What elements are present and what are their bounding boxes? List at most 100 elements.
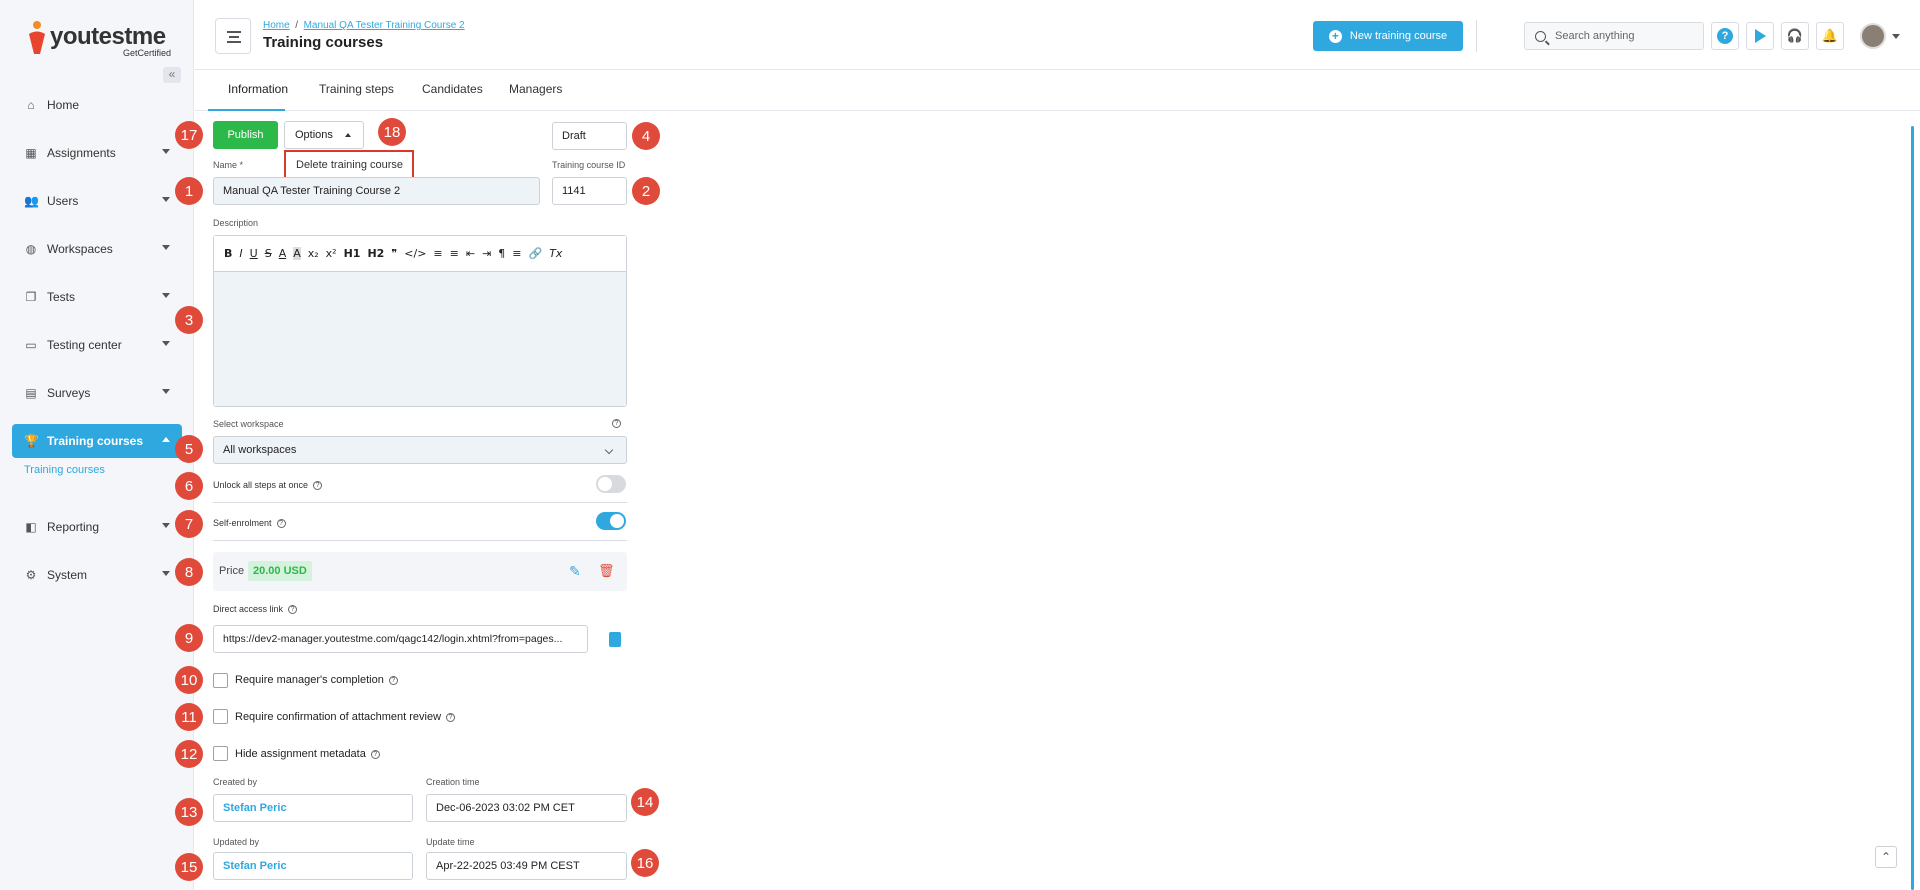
copy-icon[interactable]	[609, 632, 621, 647]
pencil-icon[interactable]: ✎	[569, 563, 585, 579]
tab-candidates[interactable]: Candidates	[422, 82, 483, 96]
description-editor[interactable]: B I U S A A x₂ x² H1 H2 ❞ </> ≡ ≡ ⇤ ⇥ ¶ …	[213, 235, 627, 407]
sidebar-subitem-training-courses[interactable]: Training courses	[12, 464, 182, 484]
sidebar-item-assignments[interactable]: ▦ Assignments	[12, 136, 182, 170]
subscript-icon[interactable]: x₂	[308, 247, 319, 260]
underline-icon[interactable]: U	[250, 247, 258, 260]
sidebar-item-home[interactable]: ⌂ Home	[12, 88, 182, 122]
scroll-to-top-button[interactable]: ⌃	[1875, 846, 1897, 868]
options-label: Options	[295, 129, 333, 141]
headset-icon: 🎧	[1786, 28, 1804, 43]
tab-managers[interactable]: Managers	[509, 82, 562, 96]
sidebar-item-reporting[interactable]: ◧ Reporting	[12, 510, 182, 544]
scrollbar[interactable]	[1911, 126, 1914, 890]
hamburger-icon	[229, 36, 239, 38]
indent-icon[interactable]: ⇥	[482, 247, 491, 260]
training-course-id-label: Training course ID	[552, 160, 626, 170]
require-attachment-review-checkbox[interactable]	[213, 709, 228, 724]
strikethrough-icon[interactable]: S	[265, 247, 272, 260]
unlock-steps-toggle[interactable]	[596, 475, 626, 493]
clear-format-icon[interactable]: Tx	[549, 247, 562, 260]
monitor-icon: ▭	[25, 338, 37, 352]
trash-icon[interactable]: 🗑	[598, 563, 615, 579]
chevron-down-icon	[162, 197, 170, 202]
breadcrumb-current-link[interactable]: Manual QA Tester Training Course 2	[304, 20, 465, 31]
avatar[interactable]	[1860, 23, 1886, 49]
delete-training-course-menu-item[interactable]: Delete training course	[284, 150, 414, 180]
heading2-icon[interactable]: H2	[367, 247, 384, 260]
require-manager-completion-checkbox[interactable]	[213, 673, 228, 688]
help-icon[interactable]: ?	[313, 481, 323, 491]
ordered-list-icon[interactable]: ≡	[433, 247, 442, 260]
align-icon[interactable]: ≡	[512, 247, 521, 260]
creation-time-label: Creation time	[426, 777, 480, 787]
help-icon[interactable]: ?	[388, 675, 398, 685]
name-label: Name *	[213, 160, 244, 170]
collapse-sidebar-button[interactable]: «	[163, 67, 181, 83]
bullet-list-icon[interactable]: ≡	[450, 247, 459, 260]
publish-button[interactable]: Publish	[213, 121, 278, 149]
bold-icon[interactable]: B	[224, 247, 232, 260]
menu-toggle-button[interactable]	[215, 18, 251, 54]
superscript-icon[interactable]: x²	[326, 247, 337, 260]
search-input[interactable]: Search anything	[1524, 22, 1704, 50]
updated-by-link[interactable]: Stefan Peric	[213, 852, 413, 880]
font-color-icon[interactable]: A	[279, 247, 287, 260]
support-button[interactable]: 🎧	[1781, 22, 1809, 50]
help-icon[interactable]: ?	[370, 749, 380, 759]
require-attachment-review-label: Require confirmation of attachment revie…	[235, 711, 442, 723]
hide-assignment-metadata-row: Hide assignment metadata?	[235, 748, 380, 760]
notifications-button[interactable]: 🔔	[1816, 22, 1844, 50]
sidebar-item-label: Tests	[47, 290, 76, 304]
chevron-down-icon[interactable]	[1892, 34, 1900, 39]
toggle-knob	[610, 514, 624, 528]
workspace-select[interactable]: All workspaces	[213, 436, 627, 464]
question-icon: ?	[1717, 28, 1733, 44]
created-by-link[interactable]: Stefan Peric	[213, 794, 413, 822]
hide-assignment-metadata-label: Hide assignment metadata	[235, 748, 366, 760]
annotation-badge: 2	[632, 177, 660, 205]
sidebar-item-training-courses[interactable]: 🏆 Training courses	[12, 424, 182, 458]
active-tab-indicator	[208, 109, 285, 111]
highlight-color-icon[interactable]: A	[293, 247, 301, 260]
blockquote-icon[interactable]: ❞	[391, 247, 397, 260]
annotation-badge: 5	[175, 435, 203, 463]
sidebar-item-system[interactable]: ⚙ System	[12, 558, 182, 592]
annotation-badge: 7	[175, 510, 203, 538]
tab-training-steps[interactable]: Training steps	[319, 82, 394, 96]
divider	[213, 502, 627, 503]
sidebar-item-surveys[interactable]: ▤ Surveys	[12, 376, 182, 410]
outdent-icon[interactable]: ⇤	[466, 247, 475, 260]
sidebar-item-tests[interactable]: ❐ Tests	[12, 280, 182, 314]
heading1-icon[interactable]: H1	[344, 247, 361, 260]
help-icon[interactable]: ?	[446, 712, 456, 722]
play-button[interactable]	[1746, 22, 1774, 50]
sidebar-item-users[interactable]: 👥 Users	[12, 184, 182, 218]
editor-body[interactable]	[214, 272, 626, 406]
italic-icon[interactable]: I	[239, 247, 242, 260]
link-icon[interactable]: 🔗	[529, 247, 543, 260]
sidebar-item-testing-center[interactable]: ▭ Testing center	[12, 328, 182, 362]
hide-assignment-metadata-checkbox[interactable]	[213, 746, 228, 761]
help-icon[interactable]: ?	[612, 419, 621, 428]
help-icon[interactable]: ?	[288, 605, 298, 615]
new-training-course-button[interactable]: + New training course	[1313, 21, 1463, 51]
code-icon[interactable]: </>	[404, 247, 426, 260]
options-button[interactable]: Options	[284, 121, 364, 149]
direct-access-link-field[interactable]: https://dev2-manager.youtestme.com/qagc1…	[213, 625, 588, 653]
require-manager-completion-label: Require manager's completion	[235, 674, 384, 686]
sidebar-item-workspaces[interactable]: ◍ Workspaces	[12, 232, 182, 266]
bell-icon: 🔔	[1821, 28, 1839, 43]
breadcrumb-home-link[interactable]: Home	[263, 20, 290, 31]
annotation-badge: 9	[175, 624, 203, 652]
text-direction-icon[interactable]: ¶	[498, 247, 505, 260]
chart-icon: ◧	[25, 520, 37, 534]
double-chevron-left-icon: «	[168, 67, 176, 81]
self-enrolment-toggle[interactable]	[596, 512, 626, 530]
name-input[interactable]: Manual QA Tester Training Course 2	[213, 177, 540, 205]
tab-information[interactable]: Information	[228, 82, 288, 96]
help-button[interactable]: ?	[1711, 22, 1739, 50]
chevron-down-icon	[162, 293, 170, 298]
logo: youtestme GetCertified	[26, 20, 171, 60]
help-icon[interactable]: ?	[276, 519, 286, 529]
